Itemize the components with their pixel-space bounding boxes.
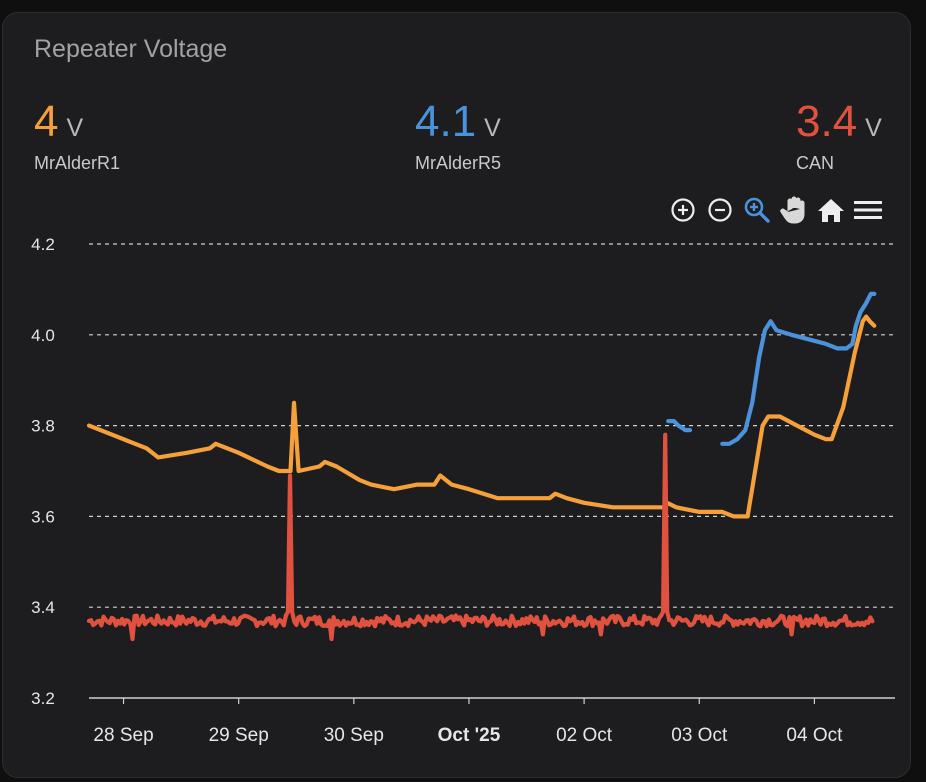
- x-tick-label: Oct '25: [438, 725, 501, 746]
- y-axis-ticks: 4.2 4.0 3.8 3.6 3.4 3.2: [31, 235, 55, 708]
- x-tick-label: 03 Oct: [671, 725, 728, 746]
- x-axis-ticks: 28 Sep 29 Sep 30 Sep Oct '25 02 Oct 03 Oct 04 …: [93, 698, 843, 746]
- y-tick-label: 3.2: [31, 689, 55, 708]
- grid-lines: [89, 243, 895, 699]
- x-tick-label: 02 Oct: [556, 725, 613, 746]
- x-tick-label: 29 Sep: [209, 725, 269, 746]
- series-line-mralderr5: [666, 419, 693, 433]
- y-tick-label: 3.4: [31, 598, 55, 617]
- x-tick-label: 04 Oct: [786, 725, 843, 746]
- chart-card: Repeater Voltage 4 V MrAlderR1 4.1 V MrA…: [2, 12, 911, 778]
- y-tick-label: 3.6: [31, 507, 55, 526]
- voltage-chart[interactable]: 4.2 4.0 3.8 3.6 3.4 3.2 28 Sep 29 Sep 30 Sep Oct…: [3, 13, 911, 778]
- series-lines: [86, 291, 877, 642]
- x-tick-label: 28 Sep: [93, 725, 153, 746]
- series-line-mralderr1: [86, 314, 877, 519]
- y-tick-label: 3.8: [31, 417, 55, 436]
- y-tick-label: 4.2: [31, 235, 55, 254]
- y-tick-label: 4.0: [31, 326, 55, 345]
- x-tick-label: 30 Sep: [324, 725, 384, 746]
